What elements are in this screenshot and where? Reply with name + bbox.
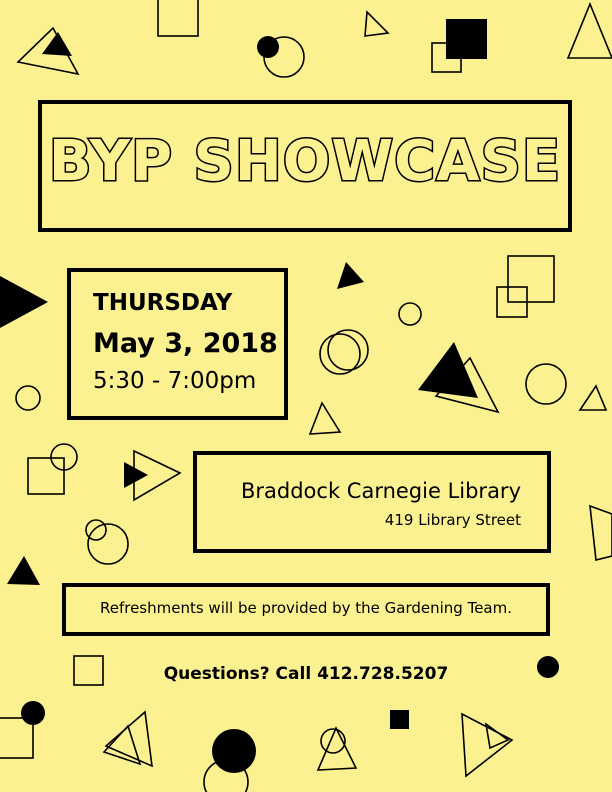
date-time-frame: THURSDAY May 3, 2018 5:30 - 7:00pm xyxy=(67,268,288,420)
circle-outline-shape xyxy=(15,385,41,411)
triangle-solid-shape xyxy=(7,556,40,585)
triangle-outline-shape xyxy=(104,710,153,768)
triangle-solid-shape xyxy=(124,462,148,488)
event-day: THURSDAY xyxy=(93,290,233,316)
triangle-solid-shape xyxy=(0,276,48,328)
venue-name: Braddock Carnegie Library xyxy=(240,479,521,503)
triangle-outline-shape xyxy=(589,504,612,561)
event-flyer: BYP SHOWCASE THURSDAY May 3, 2018 5:30 -… xyxy=(0,0,612,792)
contact-line: Questions? Call 412.728.5207 xyxy=(163,664,449,684)
triangle-outline-shape xyxy=(364,10,390,37)
triangle-outline-shape xyxy=(566,1,612,59)
triangle-outline-shape xyxy=(578,384,608,411)
triangle-solid-shape xyxy=(337,262,364,289)
circle-solid-shape xyxy=(21,701,45,725)
event-date: May 3, 2018 xyxy=(93,328,278,359)
venue-frame: Braddock Carnegie Library 419 Library St… xyxy=(193,451,551,553)
event-title: BYP SHOWCASE xyxy=(47,129,562,194)
circle-outline-shape xyxy=(87,523,129,565)
event-time: 5:30 - 7:00pm xyxy=(93,368,257,394)
square-solid-shape xyxy=(390,710,409,729)
square-outline-shape xyxy=(0,717,34,759)
circle-outline-shape xyxy=(398,302,422,326)
square-outline-shape xyxy=(157,0,199,37)
title-frame: BYP SHOWCASE xyxy=(38,100,572,232)
refreshments-notice: Refreshments will be provided by the Gar… xyxy=(99,599,513,617)
square-outline-shape xyxy=(507,255,555,303)
venue-address: 419 Library Street xyxy=(384,511,521,529)
triangle-solid-shape xyxy=(42,32,72,56)
square-outline-shape xyxy=(27,457,65,495)
circle-solid-shape xyxy=(257,36,279,58)
circle-outline-shape xyxy=(525,363,567,405)
refreshments-frame: Refreshments will be provided by the Gar… xyxy=(62,583,550,636)
triangle-solid-shape xyxy=(418,342,478,398)
square-solid-shape xyxy=(446,19,487,59)
triangle-outline-shape xyxy=(308,401,342,435)
circle-solid-shape xyxy=(212,729,256,773)
triangle-outline-shape xyxy=(461,712,514,778)
circle-outline-shape xyxy=(320,728,346,754)
